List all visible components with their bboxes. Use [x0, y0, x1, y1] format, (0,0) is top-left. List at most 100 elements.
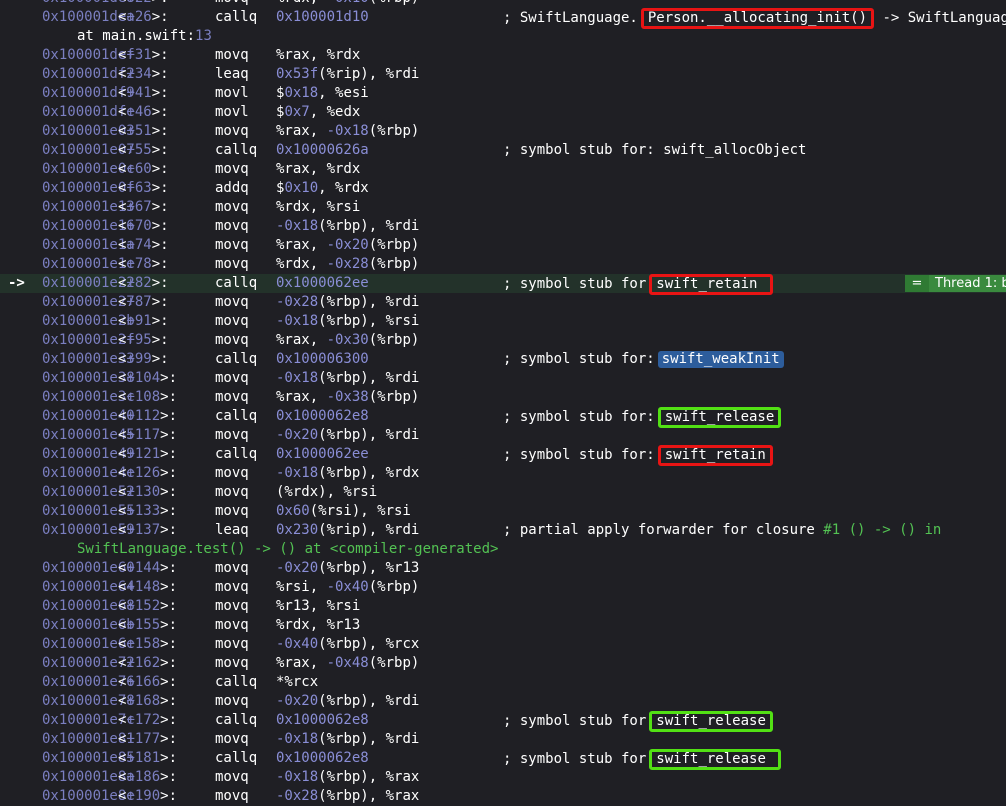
- offset-value: +181: [126, 750, 161, 766]
- instruction-offset: <+87>:: [118, 294, 169, 310]
- hex-number: -0x28: [276, 294, 319, 310]
- thread-badge[interactable]: = Thread 1: b: [905, 275, 1006, 292]
- offset-value: +168: [126, 693, 161, 709]
- instruction-row[interactable]: 0x100001e38 <+104>: movq -0x18(%rbp), %rdi: [0, 369, 1006, 388]
- instruction-mnemonic: movq: [215, 598, 249, 614]
- symbol-name[interactable]: swift_retain: [657, 445, 773, 466]
- hex-number: 0x100001d10: [276, 9, 369, 25]
- line-number: 13: [195, 28, 212, 44]
- instruction-row[interactable]: 0x100001e40 <+112>: callq 0x1000062e8; symb…: [0, 407, 1006, 428]
- offset-value: +55: [126, 142, 152, 158]
- instruction-offset: <+60>:: [118, 161, 169, 177]
- instruction-row[interactable]: 0x100001e85 <+181>: callq 0x1000062e8; symb…: [0, 749, 1006, 770]
- instruction-row[interactable]: 0x100001e0f <+63>: addq $0x10, %rdx: [0, 179, 1006, 198]
- instruction-row[interactable]: 0x100001df2 <+34>: leaq 0x53f(%rip), %rdi: [0, 65, 1006, 84]
- instruction-row[interactable]: 0x100001e6e <+158>: movq -0x40(%rbp), %rcx: [0, 635, 1006, 654]
- instruction-mnemonic: movq: [215, 237, 249, 253]
- current-instruction-row[interactable]: -> 0x100001e22 <+82>: callq 0x1000062ee; sym…: [0, 274, 1006, 295]
- instruction-offset: <+95>:: [118, 332, 169, 348]
- instruction-row[interactable]: 0x100001e45 <+117>: movq -0x20(%rbp), %rdi: [0, 426, 1006, 445]
- instruction-comment: ; symbol stub for swift_release: [503, 711, 773, 732]
- instruction-row[interactable]: 0x100001e1e <+78>: movq %rdx, -0x28(%rbp): [0, 255, 1006, 274]
- instruction-operands: %rax, -0x38(%rbp): [276, 389, 420, 405]
- instruction-row[interactable]: 0x100001e7c <+172>: callq 0x1000062e8; symb…: [0, 711, 1006, 732]
- instruction-mnemonic: movq: [215, 655, 249, 671]
- instruction-offset: <+46>:: [118, 104, 169, 120]
- offset-value: +158: [126, 636, 161, 652]
- instruction-row[interactable]: 0x100001df9 <+41>: movl $0x18, %esi: [0, 84, 1006, 103]
- instruction-row[interactable]: 0x100001e03 <+51>: movq %rax, -0x18(%rbp): [0, 122, 1006, 141]
- instruction-operands: %rax, %rdx: [276, 161, 361, 177]
- offset-value: +31: [126, 47, 152, 63]
- instruction-mnemonic: movq: [215, 0, 249, 8]
- instruction-offset: <+41>:: [118, 85, 169, 101]
- instruction-row[interactable]: 0x100001e78 <+168>: movq -0x20(%rbp), %rdi: [0, 692, 1006, 711]
- offset-value: +22: [126, 0, 151, 6]
- symbol-name[interactable]: swift_retain: [649, 274, 773, 295]
- instruction-mnemonic: leaq: [215, 66, 249, 82]
- instruction-offset: <+168>:: [118, 693, 178, 709]
- instruction-row[interactable]: 0x100001dea <+26>: callq 0x100001d10; Swift…: [0, 8, 1006, 29]
- instruction-row[interactable]: 0x100001e68 <+152>: movq %r13, %rsi: [0, 597, 1006, 616]
- instruction-mnemonic: movq: [215, 161, 249, 177]
- instruction-row[interactable]: 0x100001def <+31>: movq %rax, %rdx: [0, 46, 1006, 65]
- instruction-row[interactable]: 0x100001e55 <+133>: movq 0x60(%rsi), %rsi: [0, 502, 1006, 521]
- symbol-name[interactable]: Person.__allocating_init(): [640, 8, 875, 29]
- disassembly-view: 0x100001de8<+22>:movq%rdx, -0x10(%rbp)0x…: [0, 0, 1006, 804]
- symbol-name[interactable]: swift_weakInit: [657, 351, 784, 368]
- instruction-operands: %r13, %rsi: [276, 598, 361, 614]
- instruction-row[interactable]: 0x100001e16 <+70>: movq -0x18(%rbp), %rdi: [0, 217, 1006, 236]
- instruction-row[interactable]: 0x100001e3c <+108>: movq %rax, -0x38(%rbp): [0, 388, 1006, 407]
- instruction-row[interactable]: 0x100001e27 <+87>: movq -0x28(%rbp), %rdi: [0, 293, 1006, 312]
- instruction-row[interactable]: 0x100001e72 <+162>: movq %rax, -0x48(%rbp): [0, 654, 1006, 673]
- instruction-comment: ; symbol stub for swift_retain: [503, 274, 773, 295]
- instruction-row[interactable]: 0x100001e0c <+60>: movq %rax, %rdx: [0, 160, 1006, 179]
- instruction-row[interactable]: 0x100001e33 <+99>: callq 0x100006300; symbo…: [0, 350, 1006, 369]
- equals-icon: =: [905, 275, 929, 292]
- offset-value: +87: [126, 294, 152, 310]
- offset-value: +190: [126, 788, 161, 804]
- offset-value: +60: [126, 161, 152, 177]
- offset-value: +104: [126, 370, 161, 386]
- instruction-operands: 0x53f(%rip), %rdi: [276, 66, 420, 82]
- instruction-row[interactable]: 0x100001de8<+22>:movq%rdx, -0x10(%rbp): [0, 0, 1006, 8]
- instruction-mnemonic: movq: [215, 484, 249, 500]
- instruction-row[interactable]: 0x100001dfe <+46>: movl $0x7, %edx: [0, 103, 1006, 122]
- instruction-offset: <+91>:: [118, 313, 169, 329]
- instruction-row[interactable]: 0x100001e52 <+130>: movq (%rdx), %rsi: [0, 483, 1006, 502]
- instruction-row[interactable]: 0x100001e6b <+155>: movq %rdx, %r13: [0, 616, 1006, 635]
- instruction-row[interactable]: 0x100001e07 <+55>: callq 0x10000626a; symbo…: [0, 141, 1006, 160]
- instruction-row[interactable]: 0x100001e64 <+148>: movq %rsi, -0x40(%rbp): [0, 578, 1006, 597]
- instruction-operands: -0x28(%rbp), %rdi: [276, 294, 420, 310]
- instruction-row[interactable]: 0x100001e60 <+144>: movq -0x20(%rbp), %r13: [0, 559, 1006, 578]
- instruction-row[interactable]: 0x100001e59 <+137>: leaq 0x230(%rip), %rdi;…: [0, 521, 1006, 540]
- instruction-offset: <+137>:: [118, 522, 178, 538]
- hex-number: -0x18: [276, 769, 319, 785]
- instruction-operands: %rdx, -0x10(%rbp): [276, 0, 419, 8]
- instruction-row[interactable]: 0x100001e2b <+91>: movq -0x18(%rbp), %rsi: [0, 312, 1006, 331]
- instruction-mnemonic: movq: [215, 199, 249, 215]
- instruction-operands: %rdx, %rsi: [276, 199, 361, 215]
- symbol-name[interactable]: swift_release: [657, 407, 782, 428]
- instruction-row[interactable]: 0x100001e8a <+186>: movq -0x18(%rbp), %rax: [0, 768, 1006, 787]
- instruction-row[interactable]: 0x100001e81 <+177>: movq -0x18(%rbp), %rdi: [0, 730, 1006, 749]
- instruction-row[interactable]: 0x100001e4e <+126>: movq -0x18(%rbp), %rdx: [0, 464, 1006, 483]
- symbol-name[interactable]: swift_release: [649, 711, 773, 732]
- instruction-offset: <+166>:: [118, 674, 178, 690]
- instruction-row[interactable]: 0x100001e76 <+166>: callq *%rcx: [0, 673, 1006, 692]
- pc-arrow-icon: ->: [8, 275, 25, 291]
- instruction-row[interactable]: 0x100001e1a <+74>: movq %rax, -0x20(%rbp): [0, 236, 1006, 255]
- instruction-row[interactable]: 0x100001e13 <+67>: movq %rdx, %rsi: [0, 198, 1006, 217]
- instruction-row[interactable]: 0x100001e2f <+95>: movq %rax, -0x30(%rbp): [0, 331, 1006, 350]
- instruction-row[interactable]: 0x100001e49 <+121>: callq 0x1000062ee; symb…: [0, 445, 1006, 466]
- instruction-offset: <+26>:: [118, 9, 169, 25]
- instruction-comment: ; symbol stub for swift_release: [503, 749, 782, 770]
- continuation-row[interactable]: SwiftLanguage.test() -> () at <compiler-…: [0, 540, 1006, 559]
- instruction-offset: <+82>:: [118, 275, 169, 291]
- instruction-row[interactable]: 0x100001e8e <+190>: movq -0x28(%rbp), %rax: [0, 787, 1006, 806]
- instruction-operands: *%rcx: [276, 674, 319, 690]
- symbol-name[interactable]: swift_release: [649, 749, 782, 770]
- instruction-mnemonic: movq: [215, 503, 249, 519]
- continuation-row[interactable]: at main.swift:13: [0, 27, 1006, 46]
- offset-value: +172: [126, 712, 161, 728]
